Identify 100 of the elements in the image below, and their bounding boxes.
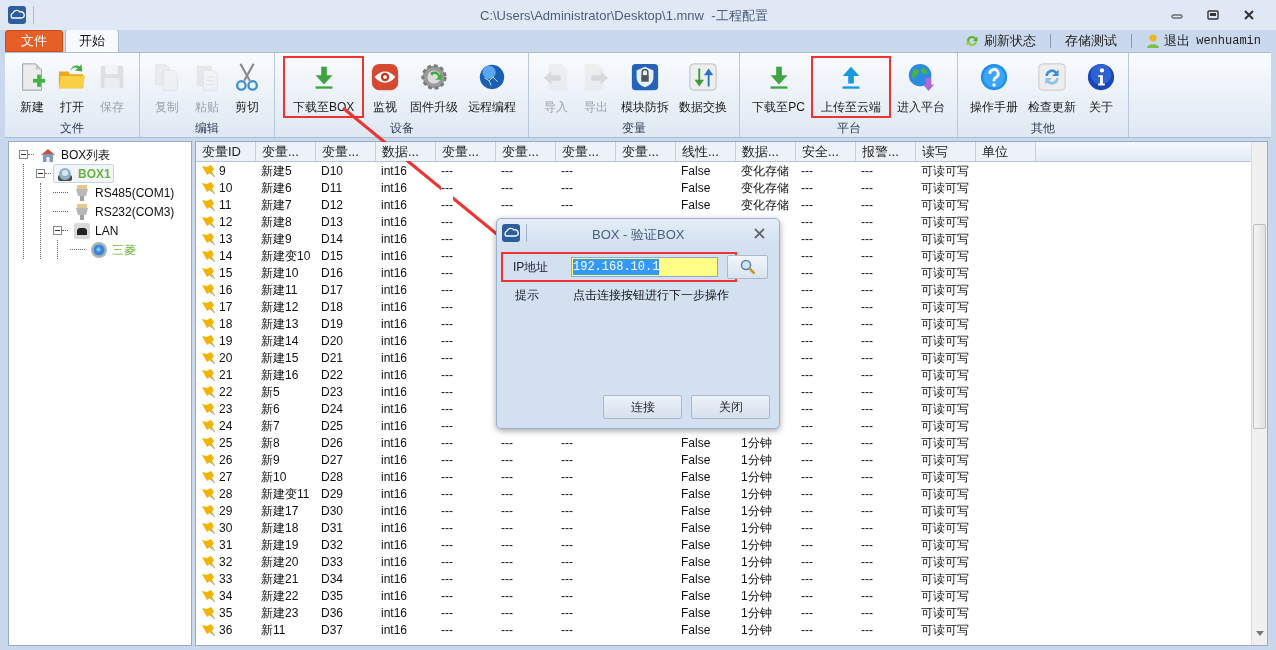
column-header[interactable]: 读写 bbox=[916, 142, 976, 161]
pin-icon bbox=[201, 588, 217, 603]
scrollbar[interactable] bbox=[1251, 142, 1267, 645]
table-cell: 新建变11 bbox=[261, 484, 310, 503]
pin-icon bbox=[201, 367, 217, 382]
toolbar-link[interactable]: 刷新状态 bbox=[964, 31, 1037, 51]
ribbon-button[interactable]: 上传至云端 bbox=[811, 56, 891, 118]
tree-item[interactable]: LAN bbox=[70, 221, 122, 240]
search-button[interactable] bbox=[727, 255, 768, 279]
pin-icon bbox=[201, 163, 217, 178]
collapse-icon[interactable] bbox=[19, 150, 28, 159]
ribbon-button[interactable]: 远程编程 bbox=[464, 56, 521, 118]
column-header[interactable]: 单位 bbox=[976, 142, 1036, 161]
ribbon-button[interactable]: 操作手册 bbox=[966, 56, 1022, 118]
pin-icon bbox=[201, 333, 217, 348]
toolbar-link[interactable]: 存储测试 bbox=[1065, 31, 1118, 51]
tree-item[interactable]: RS232(COM3) bbox=[70, 202, 178, 221]
group-label: 变量 bbox=[621, 120, 648, 137]
column-header[interactable]: 变量... bbox=[256, 142, 316, 161]
pin-icon bbox=[201, 571, 217, 586]
search-icon[interactable] bbox=[739, 259, 756, 275]
close-icon[interactable] bbox=[1243, 9, 1255, 21]
column-header[interactable]: 报警... bbox=[856, 142, 916, 161]
refresh-icon bbox=[964, 33, 981, 49]
close-icon[interactable] bbox=[754, 227, 765, 239]
ribbon-button[interactable]: 剪切 bbox=[228, 56, 266, 118]
globe-download-icon bbox=[906, 62, 936, 92]
collapse-icon[interactable] bbox=[36, 169, 45, 178]
ribbon-button[interactable]: 检查更新 bbox=[1024, 56, 1080, 118]
ribbon-tab[interactable]: 文件 bbox=[5, 30, 63, 52]
pin-icon bbox=[201, 282, 217, 297]
pin-icon bbox=[201, 418, 217, 433]
dialog-button[interactable]: 连接 bbox=[603, 395, 682, 419]
pin-icon bbox=[201, 197, 217, 212]
column-header[interactable]: 安全... bbox=[796, 142, 856, 161]
tree-item[interactable]: RS485(COM1) bbox=[70, 183, 178, 202]
table-cell: 新10 bbox=[261, 467, 287, 486]
table-cell: 新建变10 bbox=[261, 246, 311, 265]
pin-icon bbox=[201, 401, 217, 416]
user-icon bbox=[1146, 33, 1161, 49]
pin-icon bbox=[201, 435, 217, 450]
column-header[interactable]: 变量ID bbox=[196, 142, 256, 161]
column-header[interactable]: 数据... bbox=[376, 142, 436, 161]
group-label: 其他 bbox=[1030, 120, 1056, 137]
pin-icon bbox=[201, 605, 217, 620]
ribbon-button[interactable]: 模块防拆 bbox=[617, 56, 674, 118]
column-header[interactable]: 数据... bbox=[736, 142, 796, 161]
column-header[interactable]: 线性... bbox=[676, 142, 736, 161]
column-header[interactable]: 变量... bbox=[316, 142, 376, 161]
info-icon bbox=[1086, 62, 1116, 92]
scroll-down-icon[interactable] bbox=[1255, 631, 1264, 637]
column-header[interactable]: 变量... bbox=[436, 142, 496, 161]
ribbon-button[interactable]: 监视 bbox=[366, 56, 405, 118]
window-title: C:\Users\Administrator\Desktop\1.mnw -工程配置 bbox=[480, 7, 768, 25]
globe-icon bbox=[90, 240, 108, 259]
pin-icon bbox=[201, 469, 217, 484]
app-icon bbox=[501, 223, 521, 243]
pin-icon bbox=[201, 316, 217, 331]
pin-icon bbox=[201, 503, 217, 518]
collapse-icon[interactable] bbox=[53, 226, 62, 235]
tree-item[interactable]: BOX列表 bbox=[36, 145, 114, 164]
dialog-title: BOX - 验证BOX bbox=[592, 226, 685, 244]
pin-icon bbox=[201, 486, 217, 501]
maximize-icon[interactable] bbox=[1207, 9, 1219, 21]
field-label: 提示 bbox=[515, 287, 540, 304]
column-header[interactable]: 变量... bbox=[556, 142, 616, 161]
hint-text: 点击连接按钮进行下一步操作 bbox=[573, 287, 729, 304]
pin-icon bbox=[201, 248, 217, 263]
pin-icon bbox=[201, 537, 217, 552]
pin-icon bbox=[201, 299, 217, 314]
ribbon-button[interactable]: 关于 bbox=[1082, 56, 1120, 118]
gear-icon bbox=[419, 62, 450, 92]
column-header[interactable]: 变量... bbox=[616, 142, 676, 161]
toolbar-link[interactable]: 退出 bbox=[1146, 31, 1191, 51]
pin-icon bbox=[201, 350, 217, 365]
pin-icon bbox=[201, 452, 217, 467]
pin-icon bbox=[201, 180, 217, 195]
refresh-icon bbox=[1037, 62, 1067, 92]
app-icon bbox=[7, 5, 27, 25]
connector-icon bbox=[73, 202, 91, 221]
group-label: 文件 bbox=[59, 120, 85, 137]
ribbon-button[interactable]: 下载至PC bbox=[748, 56, 809, 118]
ribbon-button[interactable]: 固件升级 bbox=[406, 56, 463, 118]
group-label: 设备 bbox=[388, 120, 415, 137]
ribbon-button[interactable]: 进入平台 bbox=[893, 56, 949, 118]
scroll-thumb[interactable] bbox=[1253, 224, 1266, 429]
field-label: IP地址 bbox=[513, 259, 550, 276]
pin-icon bbox=[201, 265, 217, 280]
pin-icon bbox=[201, 554, 217, 569]
column-header[interactable]: 变量... bbox=[496, 142, 556, 161]
network-port-icon bbox=[73, 221, 91, 240]
ribbon-button[interactable]: 打开 bbox=[53, 56, 91, 118]
dialog-button[interactable]: 关闭 bbox=[691, 395, 770, 419]
user-name: wenhuamin bbox=[1196, 33, 1261, 50]
ribbon-button[interactable]: 数据交换 bbox=[675, 56, 732, 118]
ribbon-tab[interactable]: 开始 bbox=[65, 29, 119, 52]
pin-icon bbox=[201, 214, 217, 229]
connector-icon bbox=[73, 183, 91, 202]
group-label: 编辑 bbox=[194, 120, 220, 137]
ribbon-button[interactable]: 新建 bbox=[13, 56, 51, 118]
